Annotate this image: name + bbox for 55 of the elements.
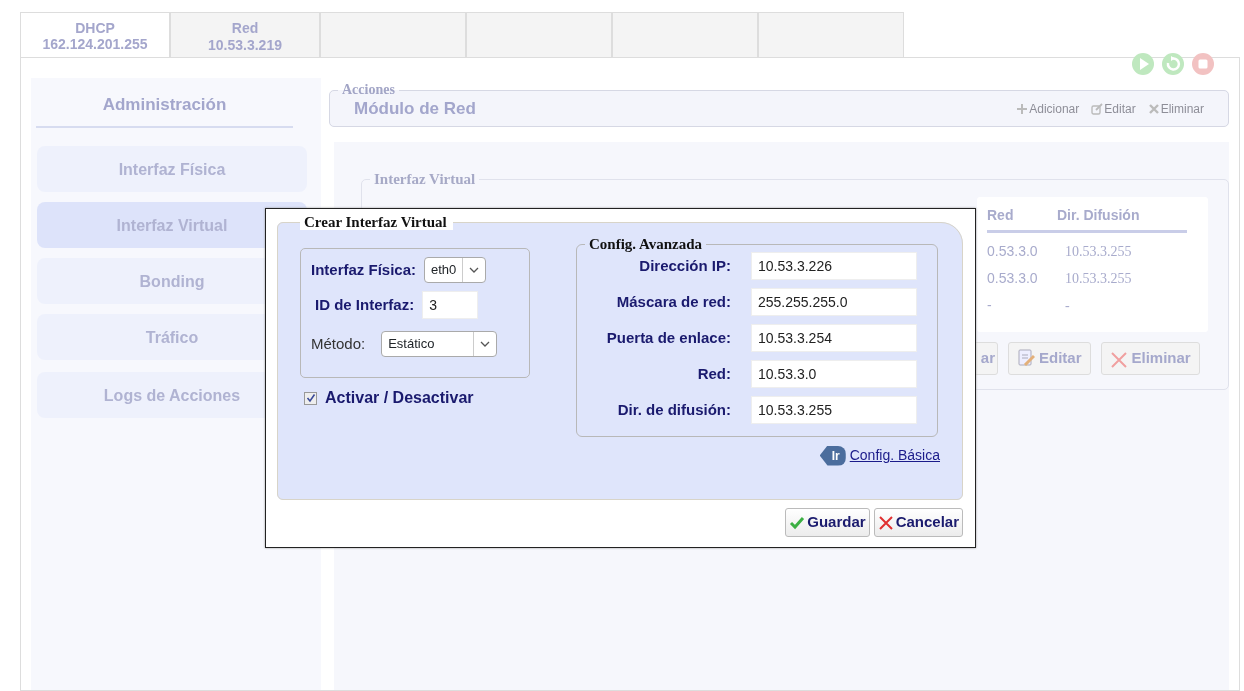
table-cell-text: - xyxy=(1064,297,1071,315)
table-cell-text: - xyxy=(987,296,993,315)
panel-legend: Acciones xyxy=(338,83,399,97)
table-cell-text: 0.53.3.0 xyxy=(987,269,1039,288)
plus-icon xyxy=(1016,102,1029,115)
cross-icon xyxy=(877,514,894,531)
field-label: Máscara de red: xyxy=(616,291,731,312)
module-title: Módulo de Red xyxy=(353,98,476,120)
input-field[interactable]: 10.53.3.255 xyxy=(751,396,917,424)
sidebar-title: Administración xyxy=(36,78,293,128)
field-label: ID de Interfaz: xyxy=(315,294,415,315)
table-cell-text: 10.53.3.255 xyxy=(1064,243,1133,261)
panel-legend: Interfaz Virtual xyxy=(370,172,480,187)
column-header: Dir. Difusión xyxy=(1057,206,1141,225)
chevron-icon xyxy=(469,267,480,273)
table-button[interactable]: Eliminar xyxy=(1100,342,1200,375)
save-button[interactable]: Guardar xyxy=(785,508,870,537)
document-edit-icon xyxy=(1017,348,1035,369)
input-field[interactable]: 10.53.3.226 xyxy=(751,252,917,280)
add-button[interactable]: Adicionar xyxy=(1016,99,1080,118)
field-label: Red: xyxy=(697,363,731,384)
column-header: Red xyxy=(987,206,1015,225)
delete-button[interactable]: Eliminar xyxy=(1147,99,1204,118)
table-button[interactable]: Editar xyxy=(1008,342,1091,375)
basic-config-link[interactable]: Config. Básica xyxy=(849,445,940,466)
field-label: Dir. de difusión: xyxy=(617,399,731,420)
go-badge: Ir xyxy=(819,445,846,466)
stop-icon[interactable] xyxy=(1191,52,1215,76)
table-cell-text: 10.53.3.255 xyxy=(1064,270,1133,288)
edit-button[interactable]: Editar xyxy=(1091,99,1136,118)
check-icon xyxy=(789,514,806,531)
method-dropdown[interactable]: Estático xyxy=(381,331,498,357)
delete-icon xyxy=(1147,102,1160,115)
refresh-icon[interactable] xyxy=(1161,52,1185,76)
field-label: Método: xyxy=(311,333,366,354)
field-label: Interfaz Física: xyxy=(311,259,417,280)
sidebar-item[interactable]: Interfaz Física xyxy=(37,145,307,192)
interface-dropdown[interactable]: eth0 xyxy=(424,257,487,283)
checkbox[interactable] xyxy=(304,391,317,405)
tab[interactable]: Red 10.53.3.219 xyxy=(170,12,320,57)
group-legend: Config. Avanzada xyxy=(585,237,707,252)
input-field[interactable]: 3 xyxy=(422,291,479,319)
field-label: Puerta de enlace: xyxy=(606,327,731,348)
field-label: Dirección IP: xyxy=(639,255,731,276)
input-field[interactable]: 10.53.3.254 xyxy=(751,324,917,352)
input-field[interactable]: 255.255.255.0 xyxy=(751,288,917,316)
input-field[interactable]: 10.53.3.0 xyxy=(751,360,917,388)
checkbox-label: Activar / Desactivar xyxy=(325,388,474,408)
edit-icon xyxy=(1091,102,1104,115)
chevron-icon xyxy=(480,341,491,347)
dialog-title: Crear Interfaz Virtual xyxy=(300,215,453,230)
play-icon[interactable] xyxy=(1131,52,1155,76)
cancel-button[interactable]: Cancelar xyxy=(873,508,963,537)
table-cell-text: 0.53.3.0 xyxy=(987,242,1039,261)
tab[interactable]: DHCP 162.124.201.255 xyxy=(20,12,170,57)
